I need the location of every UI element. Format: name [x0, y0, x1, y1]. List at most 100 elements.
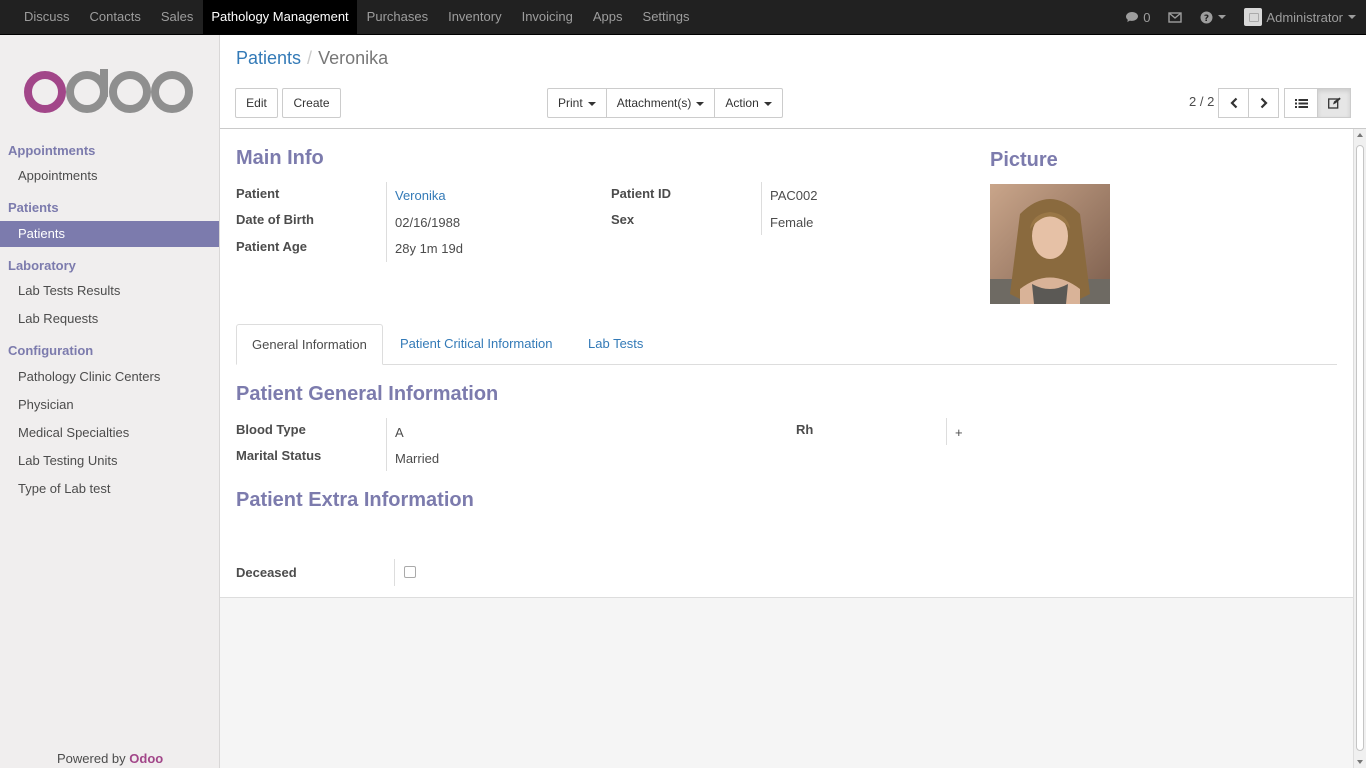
chevron-down-icon [1218, 15, 1227, 19]
patient-photo-image [990, 184, 1110, 304]
systray: 0 ? Administrator [1107, 0, 1356, 34]
sidebar-item-type-of-lab-test[interactable]: Type of Lab test [0, 476, 219, 502]
edit-button[interactable]: Edit [235, 88, 278, 118]
main-menu: Discuss Contacts Sales Pathology Managem… [14, 0, 700, 34]
field-divider [386, 418, 387, 471]
form-view: Main Info Picture Patient Veronika Date … [220, 129, 1366, 768]
sidebar-item-pathology-clinic-centers[interactable]: Pathology Clinic Centers [0, 364, 219, 390]
sidebar-section-appointments: Appointments [8, 143, 96, 158]
powered-by: Powered by Odoo [57, 751, 163, 766]
scroll-down-icon[interactable] [1357, 760, 1363, 764]
powered-by-brand[interactable]: Odoo [129, 751, 163, 766]
scrollbar-thumb[interactable] [1356, 145, 1364, 751]
sidebar: Appointments Appointments Patients Patie… [0, 35, 220, 768]
menu-apps[interactable]: Apps [583, 0, 633, 34]
user-menu[interactable]: Administrator [1244, 8, 1356, 26]
menu-sales[interactable]: Sales [151, 0, 204, 34]
inbox-button[interactable] [1168, 11, 1183, 23]
notebook-tabs: General Information Patient Critical Inf… [236, 324, 1337, 365]
menu-invoicing[interactable]: Invoicing [512, 0, 583, 34]
date-of-birth-value: 02/16/1988 [395, 215, 461, 230]
svg-text:?: ? [1204, 14, 1209, 24]
menu-contacts[interactable]: Contacts [80, 0, 151, 34]
sex-value: Female [770, 215, 814, 230]
chevron-down-icon [1348, 15, 1356, 19]
menu-purchases[interactable]: Purchases [357, 0, 438, 34]
chevron-left-icon [1229, 97, 1237, 109]
breadcrumb-current: Veronika [318, 48, 389, 68]
avatar [1244, 8, 1263, 26]
sidebar-section-configuration: Configuration [8, 343, 94, 358]
sidebar-item-medical-specialties[interactable]: Medical Specialties [0, 420, 219, 446]
print-dropdown[interactable]: Print [548, 89, 607, 117]
patient-id-label: Patient ID [611, 186, 671, 201]
create-button[interactable]: Create [282, 88, 341, 118]
date-of-birth-label: Date of Birth [236, 212, 314, 227]
menu-pathology-management[interactable]: Pathology Management [203, 0, 357, 34]
chevron-right-icon [1260, 97, 1268, 109]
sidebar-actions: Print Attachment(s) Action [547, 88, 783, 118]
deceased-label: Deceased [236, 565, 297, 580]
pager-previous-button[interactable] [1218, 88, 1249, 118]
pager-value[interactable]: 2 / 2 [1189, 94, 1214, 109]
top-navbar: Discuss Contacts Sales Pathology Managem… [0, 0, 1366, 35]
rh-label: Rh [796, 422, 814, 437]
chevron-down-icon [587, 101, 596, 106]
list-view-icon [1294, 98, 1308, 108]
menu-discuss[interactable]: Discuss [14, 0, 80, 34]
sidebar-item-physician[interactable]: Physician [0, 392, 219, 418]
breadcrumb-patients[interactable]: Patients [236, 48, 301, 68]
attachments-dropdown[interactable]: Attachment(s) [607, 89, 716, 117]
sidebar-section-laboratory: Laboratory [8, 258, 76, 273]
chat-icon [1126, 12, 1139, 22]
field-divider [946, 418, 947, 445]
marital-status-label: Marital Status [236, 448, 322, 463]
sidebar-section-patients: Patients [8, 200, 59, 215]
messages-count: 0 [1143, 9, 1151, 25]
pager-next-button[interactable] [1248, 88, 1279, 118]
patient-age-value: 28y 1m 19d [395, 241, 463, 256]
tab-general-information[interactable]: General Information [236, 324, 383, 365]
tab-patient-critical-information[interactable]: Patient Critical Information [385, 324, 567, 365]
sidebar-item-patients[interactable]: Patients [0, 221, 219, 247]
blood-type-value: A [395, 425, 404, 440]
scrollbar[interactable] [1353, 129, 1366, 768]
breadcrumb-separator: / [307, 48, 313, 68]
chevron-down-icon [696, 101, 705, 106]
sidebar-item-lab-tests-results[interactable]: Lab Tests Results [0, 278, 219, 304]
deceased-checkbox[interactable] [404, 566, 416, 578]
messaging-button[interactable]: 0 [1125, 10, 1150, 25]
form-view-button[interactable] [1317, 88, 1351, 118]
rh-value: + [955, 425, 963, 440]
tab-lab-tests[interactable]: Lab Tests [573, 324, 658, 365]
blood-type-label: Blood Type [236, 422, 306, 437]
scroll-up-icon[interactable] [1357, 133, 1363, 137]
list-view-button[interactable] [1284, 88, 1318, 118]
menu-inventory[interactable]: Inventory [438, 0, 511, 34]
help-button[interactable]: ? [1200, 11, 1227, 24]
envelope-icon [1168, 11, 1183, 23]
action-dropdown[interactable]: Action [715, 89, 781, 117]
main-info-title: Main Info [236, 147, 324, 169]
patient-photo[interactable] [990, 184, 1110, 304]
sex-label: Sex [611, 212, 635, 227]
menu-settings[interactable]: Settings [633, 0, 700, 34]
form-view-icon [1327, 97, 1341, 109]
form-sheet: Main Info Picture Patient Veronika Date … [220, 129, 1353, 598]
sidebar-item-lab-requests[interactable]: Lab Requests [0, 306, 219, 332]
extra-info-title: Patient Extra Information [236, 489, 474, 511]
powered-by-text: Powered by [57, 751, 126, 766]
patient-label: Patient [236, 186, 280, 201]
field-divider [761, 182, 762, 235]
chevron-down-icon [763, 101, 772, 106]
patient-id-value: PAC002 [770, 188, 818, 203]
field-divider [394, 559, 395, 586]
sidebar-item-appointments[interactable]: Appointments [0, 163, 219, 189]
patient-value[interactable]: Veronika [395, 188, 446, 203]
picture-title: Picture [990, 149, 1058, 171]
sidebar-item-lab-testing-units[interactable]: Lab Testing Units [0, 448, 219, 474]
user-name: Administrator [1266, 9, 1343, 25]
patient-age-label: Patient Age [236, 239, 308, 254]
field-divider [386, 182, 387, 262]
marital-status-value: Married [395, 451, 440, 466]
